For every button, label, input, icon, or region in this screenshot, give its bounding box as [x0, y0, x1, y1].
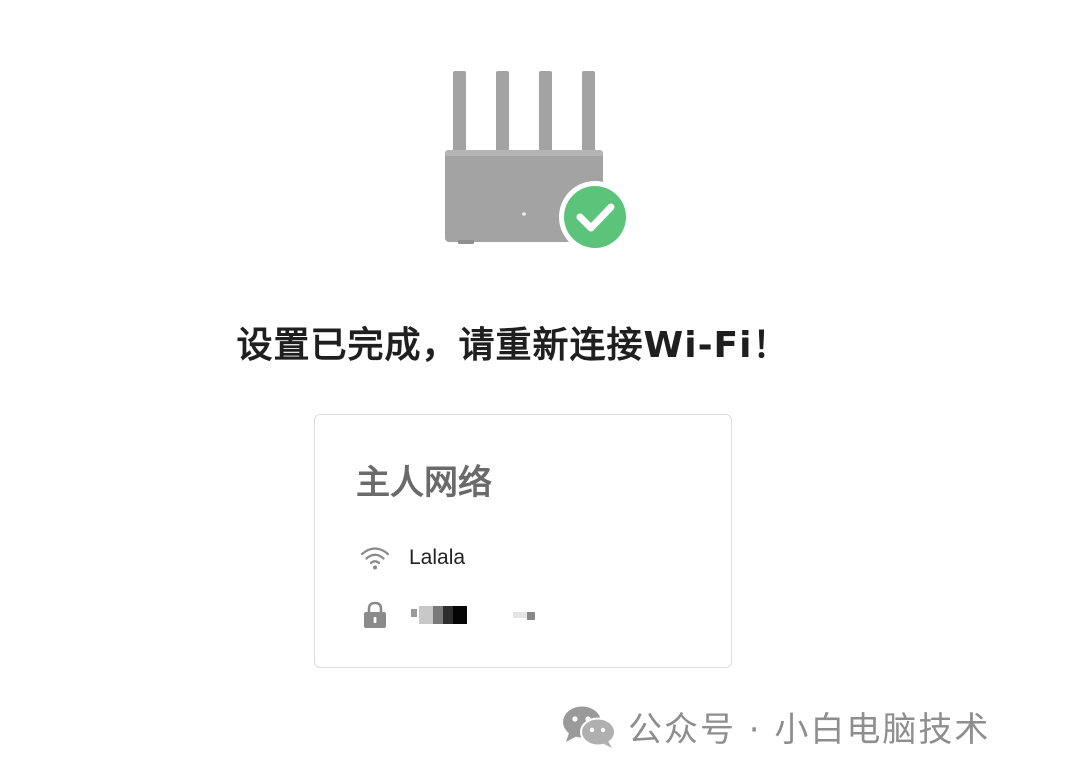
- router-icon: [445, 71, 631, 253]
- password-value-redacted: [409, 603, 559, 627]
- wifi-icon: [359, 542, 391, 574]
- completion-message: 设置已完成，请重新连接Wi-Fi！: [236, 325, 790, 366]
- lock-icon: [359, 599, 391, 631]
- router-illustration: [440, 66, 640, 256]
- ssid-value: Lalala: [409, 546, 466, 569]
- wechat-icon: [560, 703, 618, 749]
- network-card-title: 主人网络: [356, 463, 492, 503]
- check-circle-icon: [559, 181, 631, 253]
- network-info-card: 主人网络 Lalala: [314, 414, 732, 668]
- watermark-text: 公众号 · 小白电脑技术: [628, 709, 991, 750]
- password-row: [359, 598, 559, 632]
- ssid-row: Lalala: [359, 541, 465, 575]
- watermark: 公众号 · 小白电脑技术: [560, 700, 990, 752]
